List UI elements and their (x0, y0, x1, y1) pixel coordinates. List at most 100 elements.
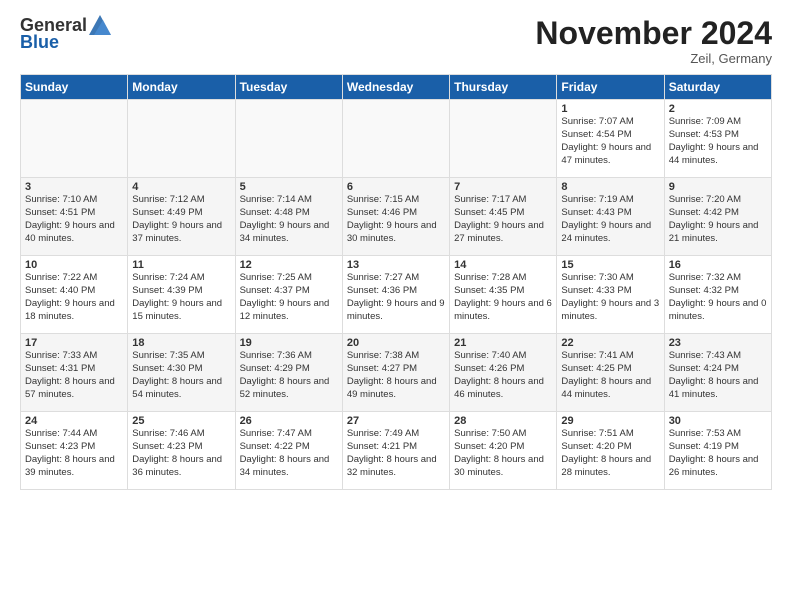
day-number: 23 (669, 337, 767, 349)
calendar-day-cell: 10Sunrise: 7:22 AMSunset: 4:40 PMDayligh… (21, 256, 128, 334)
calendar-day-cell: 17Sunrise: 7:33 AMSunset: 4:31 PMDayligh… (21, 334, 128, 412)
day-info: Sunrise: 7:32 AMSunset: 4:32 PMDaylight:… (669, 272, 767, 323)
calendar-day-cell: 2Sunrise: 7:09 AMSunset: 4:53 PMDaylight… (664, 100, 771, 178)
month-title: November 2024 (535, 16, 772, 51)
calendar-day-cell: 9Sunrise: 7:20 AMSunset: 4:42 PMDaylight… (664, 178, 771, 256)
calendar-day-cell: 12Sunrise: 7:25 AMSunset: 4:37 PMDayligh… (235, 256, 342, 334)
day-number: 7 (454, 181, 552, 193)
day-number: 29 (561, 415, 659, 427)
calendar-day-cell: 7Sunrise: 7:17 AMSunset: 4:45 PMDaylight… (450, 178, 557, 256)
logo: General Blue (20, 16, 111, 53)
day-number: 1 (561, 103, 659, 115)
day-info: Sunrise: 7:14 AMSunset: 4:48 PMDaylight:… (240, 194, 338, 245)
day-number: 30 (669, 415, 767, 427)
day-info: Sunrise: 7:46 AMSunset: 4:23 PMDaylight:… (132, 428, 230, 479)
day-number: 5 (240, 181, 338, 193)
day-info: Sunrise: 7:47 AMSunset: 4:22 PMDaylight:… (240, 428, 338, 479)
calendar-day-cell: 26Sunrise: 7:47 AMSunset: 4:22 PMDayligh… (235, 412, 342, 490)
day-number: 11 (132, 259, 230, 271)
day-info: Sunrise: 7:43 AMSunset: 4:24 PMDaylight:… (669, 350, 767, 401)
day-info: Sunrise: 7:17 AMSunset: 4:45 PMDaylight:… (454, 194, 552, 245)
logo-blue: Blue (20, 33, 111, 53)
day-number: 17 (25, 337, 123, 349)
day-info: Sunrise: 7:49 AMSunset: 4:21 PMDaylight:… (347, 428, 445, 479)
calendar-week-row: 3Sunrise: 7:10 AMSunset: 4:51 PMDaylight… (21, 178, 772, 256)
weekday-header-saturday: Saturday (664, 75, 771, 100)
day-number: 9 (669, 181, 767, 193)
day-number: 21 (454, 337, 552, 349)
page-header: General Blue November 2024 Zeil, Germany (20, 16, 772, 66)
calendar-empty-cell (128, 100, 235, 178)
calendar-day-cell: 30Sunrise: 7:53 AMSunset: 4:19 PMDayligh… (664, 412, 771, 490)
weekday-header-thursday: Thursday (450, 75, 557, 100)
day-info: Sunrise: 7:10 AMSunset: 4:51 PMDaylight:… (25, 194, 123, 245)
calendar-day-cell: 3Sunrise: 7:10 AMSunset: 4:51 PMDaylight… (21, 178, 128, 256)
calendar-day-cell: 15Sunrise: 7:30 AMSunset: 4:33 PMDayligh… (557, 256, 664, 334)
calendar-week-row: 1Sunrise: 7:07 AMSunset: 4:54 PMDaylight… (21, 100, 772, 178)
day-info: Sunrise: 7:25 AMSunset: 4:37 PMDaylight:… (240, 272, 338, 323)
day-info: Sunrise: 7:24 AMSunset: 4:39 PMDaylight:… (132, 272, 230, 323)
calendar-day-cell: 25Sunrise: 7:46 AMSunset: 4:23 PMDayligh… (128, 412, 235, 490)
day-number: 28 (454, 415, 552, 427)
day-info: Sunrise: 7:20 AMSunset: 4:42 PMDaylight:… (669, 194, 767, 245)
day-number: 16 (669, 259, 767, 271)
day-info: Sunrise: 7:50 AMSunset: 4:20 PMDaylight:… (454, 428, 552, 479)
calendar-day-cell: 1Sunrise: 7:07 AMSunset: 4:54 PMDaylight… (557, 100, 664, 178)
weekday-header-friday: Friday (557, 75, 664, 100)
calendar-day-cell: 23Sunrise: 7:43 AMSunset: 4:24 PMDayligh… (664, 334, 771, 412)
calendar-day-cell: 28Sunrise: 7:50 AMSunset: 4:20 PMDayligh… (450, 412, 557, 490)
day-info: Sunrise: 7:44 AMSunset: 4:23 PMDaylight:… (25, 428, 123, 479)
day-info: Sunrise: 7:12 AMSunset: 4:49 PMDaylight:… (132, 194, 230, 245)
day-number: 18 (132, 337, 230, 349)
calendar-day-cell: 8Sunrise: 7:19 AMSunset: 4:43 PMDaylight… (557, 178, 664, 256)
calendar-day-cell: 20Sunrise: 7:38 AMSunset: 4:27 PMDayligh… (342, 334, 449, 412)
calendar-day-cell: 5Sunrise: 7:14 AMSunset: 4:48 PMDaylight… (235, 178, 342, 256)
calendar-day-cell: 18Sunrise: 7:35 AMSunset: 4:30 PMDayligh… (128, 334, 235, 412)
calendar-week-row: 24Sunrise: 7:44 AMSunset: 4:23 PMDayligh… (21, 412, 772, 490)
day-number: 12 (240, 259, 338, 271)
day-number: 14 (454, 259, 552, 271)
calendar-empty-cell (235, 100, 342, 178)
day-info: Sunrise: 7:36 AMSunset: 4:29 PMDaylight:… (240, 350, 338, 401)
day-info: Sunrise: 7:15 AMSunset: 4:46 PMDaylight:… (347, 194, 445, 245)
day-info: Sunrise: 7:27 AMSunset: 4:36 PMDaylight:… (347, 272, 445, 323)
calendar-empty-cell (450, 100, 557, 178)
calendar-day-cell: 22Sunrise: 7:41 AMSunset: 4:25 PMDayligh… (557, 334, 664, 412)
day-number: 10 (25, 259, 123, 271)
calendar-day-cell: 4Sunrise: 7:12 AMSunset: 4:49 PMDaylight… (128, 178, 235, 256)
day-number: 24 (25, 415, 123, 427)
day-number: 26 (240, 415, 338, 427)
day-info: Sunrise: 7:28 AMSunset: 4:35 PMDaylight:… (454, 272, 552, 323)
day-number: 15 (561, 259, 659, 271)
day-number: 20 (347, 337, 445, 349)
day-info: Sunrise: 7:38 AMSunset: 4:27 PMDaylight:… (347, 350, 445, 401)
calendar-day-cell: 29Sunrise: 7:51 AMSunset: 4:20 PMDayligh… (557, 412, 664, 490)
weekday-header-sunday: Sunday (21, 75, 128, 100)
day-info: Sunrise: 7:35 AMSunset: 4:30 PMDaylight:… (132, 350, 230, 401)
day-info: Sunrise: 7:19 AMSunset: 4:43 PMDaylight:… (561, 194, 659, 245)
day-info: Sunrise: 7:22 AMSunset: 4:40 PMDaylight:… (25, 272, 123, 323)
day-info: Sunrise: 7:33 AMSunset: 4:31 PMDaylight:… (25, 350, 123, 401)
calendar-day-cell: 27Sunrise: 7:49 AMSunset: 4:21 PMDayligh… (342, 412, 449, 490)
calendar-header-row: SundayMondayTuesdayWednesdayThursdayFrid… (21, 75, 772, 100)
day-number: 13 (347, 259, 445, 271)
calendar-day-cell: 16Sunrise: 7:32 AMSunset: 4:32 PMDayligh… (664, 256, 771, 334)
day-info: Sunrise: 7:07 AMSunset: 4:54 PMDaylight:… (561, 116, 659, 167)
day-info: Sunrise: 7:30 AMSunset: 4:33 PMDaylight:… (561, 272, 659, 323)
day-info: Sunrise: 7:51 AMSunset: 4:20 PMDaylight:… (561, 428, 659, 479)
weekday-header-tuesday: Tuesday (235, 75, 342, 100)
calendar-empty-cell (21, 100, 128, 178)
day-number: 6 (347, 181, 445, 193)
day-info: Sunrise: 7:53 AMSunset: 4:19 PMDaylight:… (669, 428, 767, 479)
calendar-empty-cell (342, 100, 449, 178)
calendar-day-cell: 14Sunrise: 7:28 AMSunset: 4:35 PMDayligh… (450, 256, 557, 334)
calendar-day-cell: 19Sunrise: 7:36 AMSunset: 4:29 PMDayligh… (235, 334, 342, 412)
calendar-day-cell: 24Sunrise: 7:44 AMSunset: 4:23 PMDayligh… (21, 412, 128, 490)
day-info: Sunrise: 7:09 AMSunset: 4:53 PMDaylight:… (669, 116, 767, 167)
day-number: 22 (561, 337, 659, 349)
calendar-week-row: 17Sunrise: 7:33 AMSunset: 4:31 PMDayligh… (21, 334, 772, 412)
day-number: 27 (347, 415, 445, 427)
title-block: November 2024 Zeil, Germany (535, 16, 772, 66)
day-info: Sunrise: 7:41 AMSunset: 4:25 PMDaylight:… (561, 350, 659, 401)
day-number: 3 (25, 181, 123, 193)
